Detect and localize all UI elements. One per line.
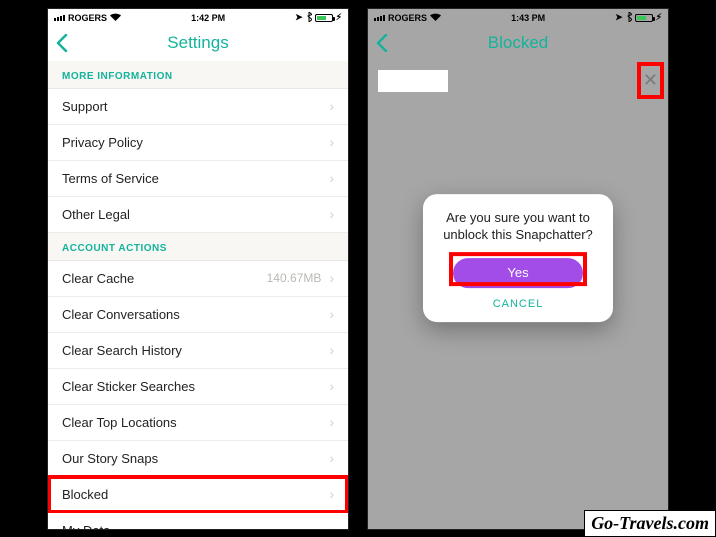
page-title: Settings: [167, 33, 228, 53]
status-bar: ROGERS 1:42 PM ➤ ⚡︎: [48, 9, 348, 25]
chevron-right-icon: ›: [329, 306, 334, 322]
status-bar: ROGERS 1:43 PM ➤ ⚡︎: [368, 9, 668, 25]
yes-button[interactable]: Yes: [453, 258, 583, 288]
row-label: Our Story Snaps: [62, 451, 158, 466]
settings-screen: ROGERS 1:42 PM ➤ ⚡︎ Settings MORE INFORM: [48, 9, 348, 529]
battery-icon: [315, 14, 333, 22]
row-other-legal[interactable]: Other Legal ›: [48, 197, 348, 233]
chevron-right-icon: ›: [329, 270, 334, 286]
chevron-right-icon: ›: [329, 206, 334, 222]
row-label: My Data: [62, 523, 110, 529]
search-row: ✕: [378, 67, 658, 95]
row-label: Clear Search History: [62, 343, 182, 358]
clock: 1:43 PM: [511, 13, 545, 23]
carrier-label: ROGERS: [388, 13, 427, 23]
row-clear-search-history[interactable]: Clear Search History ›: [48, 333, 348, 369]
battery-icon: [635, 14, 653, 22]
section-header-more-info: MORE INFORMATION: [48, 61, 348, 89]
chevron-right-icon: ›: [329, 414, 334, 430]
watermark: Go-Travels.com: [584, 510, 716, 537]
row-terms-of-service[interactable]: Terms of Service ›: [48, 161, 348, 197]
row-clear-cache[interactable]: Clear Cache 140.67MB ›: [48, 261, 348, 297]
search-input[interactable]: [378, 70, 448, 92]
carrier-label: ROGERS: [68, 13, 107, 23]
back-button[interactable]: [376, 25, 388, 61]
row-label: Clear Sticker Searches: [62, 379, 195, 394]
wifi-icon: [110, 13, 121, 23]
row-label: Support: [62, 99, 108, 114]
row-clear-sticker-searches[interactable]: Clear Sticker Searches ›: [48, 369, 348, 405]
chevron-right-icon: ›: [329, 134, 334, 150]
row-clear-conversations[interactable]: Clear Conversations ›: [48, 297, 348, 333]
wifi-icon: [430, 13, 441, 23]
row-support[interactable]: Support ›: [48, 89, 348, 125]
row-my-data[interactable]: My Data ›: [48, 513, 348, 529]
row-label: Blocked: [62, 487, 108, 502]
modal-message: Are you sure you want to unblock this Sn…: [437, 210, 599, 244]
signal-icon: [374, 15, 385, 21]
chevron-right-icon: ›: [329, 450, 334, 466]
row-label: Clear Top Locations: [62, 415, 177, 430]
charging-icon: ⚡︎: [656, 12, 662, 23]
row-our-story-snaps[interactable]: Our Story Snaps ›: [48, 441, 348, 477]
section-header-account-actions: ACCOUNT ACTIONS: [48, 233, 348, 261]
chevron-right-icon: ›: [329, 98, 334, 114]
blocked-screen: ROGERS 1:43 PM ➤ ⚡︎ Blocked: [368, 9, 668, 529]
row-label: Terms of Service: [62, 171, 159, 186]
location-icon: ➤: [295, 12, 303, 23]
row-clear-top-locations[interactable]: Clear Top Locations ›: [48, 405, 348, 441]
cache-size: 140.67MB: [267, 271, 322, 285]
row-blocked[interactable]: Blocked ›: [48, 477, 348, 513]
unblock-confirm-modal: Are you sure you want to unblock this Sn…: [423, 194, 613, 322]
page-title: Blocked: [488, 33, 548, 53]
bluetooth-icon: [626, 12, 632, 24]
row-label: Other Legal: [62, 207, 130, 222]
charging-icon: ⚡︎: [336, 12, 342, 23]
chevron-right-icon: ›: [329, 342, 334, 358]
row-label: Clear Cache: [62, 271, 134, 286]
row-privacy-policy[interactable]: Privacy Policy ›: [48, 125, 348, 161]
navbar: Blocked: [368, 25, 668, 61]
chevron-right-icon: ›: [329, 378, 334, 394]
navbar: Settings: [48, 25, 348, 61]
cancel-button[interactable]: CANCEL: [437, 298, 599, 310]
row-label: Clear Conversations: [62, 307, 180, 322]
bluetooth-icon: [306, 12, 312, 24]
chevron-right-icon: ›: [329, 170, 334, 186]
chevron-right-icon: ›: [329, 486, 334, 502]
chevron-right-icon: ›: [329, 522, 334, 529]
close-icon[interactable]: ✕: [643, 70, 658, 90]
signal-icon: [54, 15, 65, 21]
location-icon: ➤: [615, 12, 623, 23]
clock: 1:42 PM: [191, 13, 225, 23]
row-label: Privacy Policy: [62, 135, 143, 150]
back-button[interactable]: [56, 25, 68, 61]
